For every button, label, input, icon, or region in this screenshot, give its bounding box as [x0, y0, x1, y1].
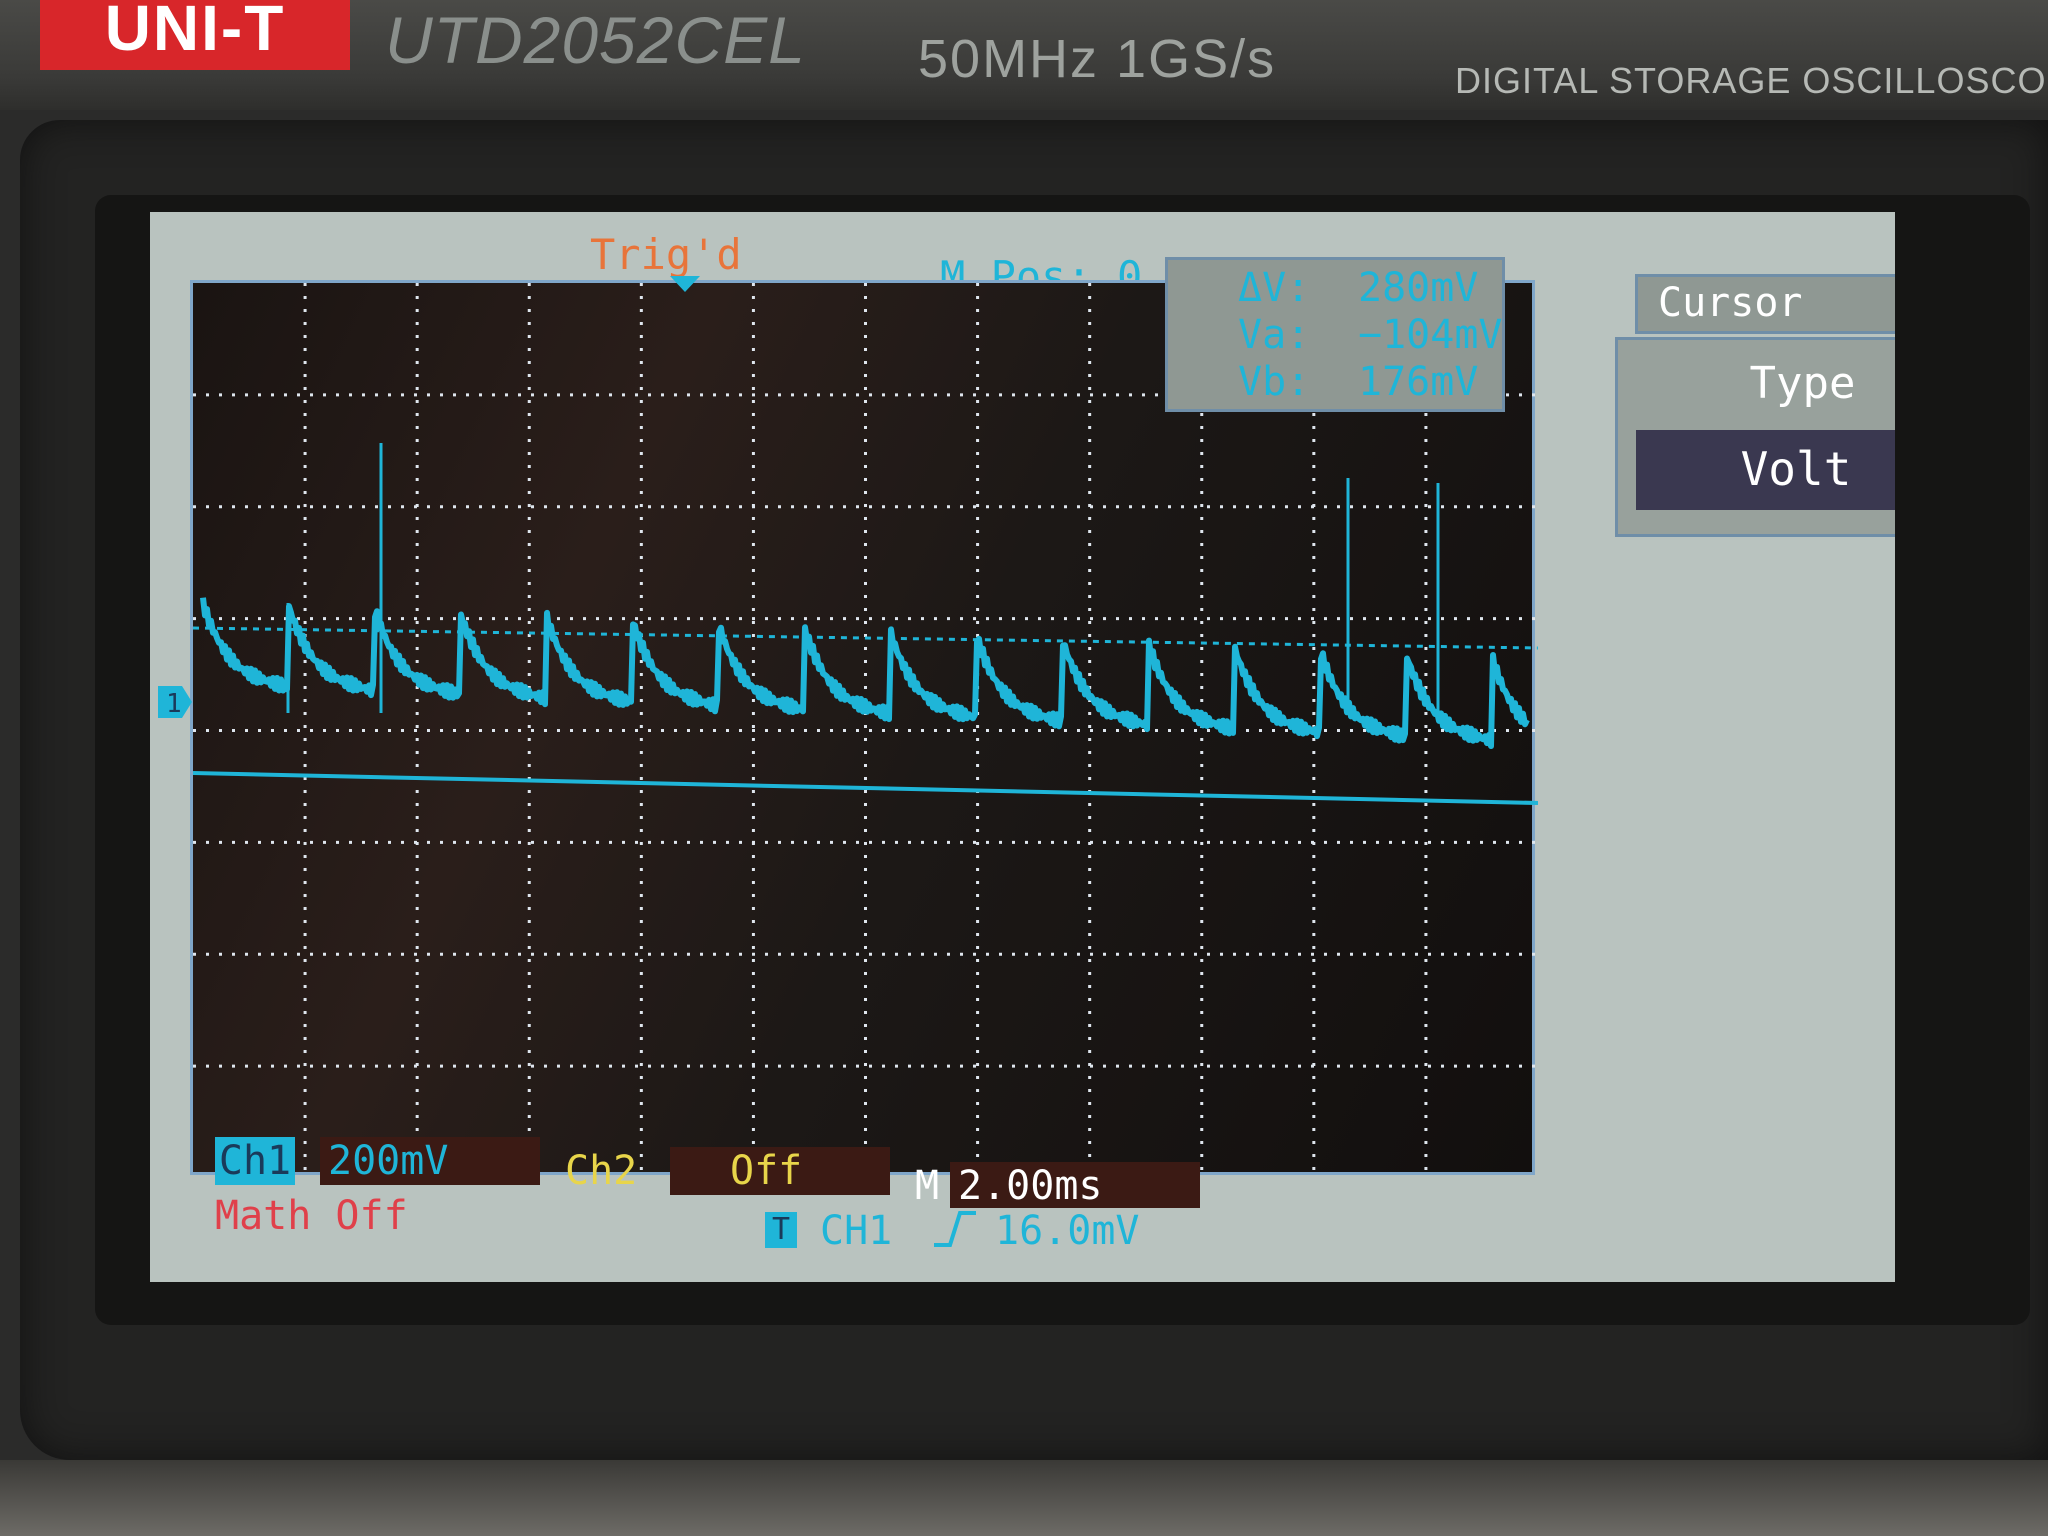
ch1-label: Ch1 [215, 1137, 295, 1185]
trigger-status: Trig'd [590, 230, 742, 279]
trigger-level: 16.0mV [995, 1208, 1140, 1254]
oscilloscope-top-panel: UNI-T UTD2052CEL 50MHz 1GS/s DIGITAL STO… [0, 0, 2048, 110]
channel-1-marker-label: 1 [166, 689, 182, 719]
ch2-label: Ch2 [565, 1148, 638, 1194]
model-name: UTD2052CEL [385, 3, 806, 77]
waveform-display [190, 280, 1538, 1178]
desk-surface [0, 1460, 2048, 1536]
rising-edge-icon [930, 1207, 980, 1262]
device-description: DIGITAL STORAGE OSCILLOSCO [1455, 60, 2047, 101]
timebase-label: M [915, 1163, 940, 1209]
trigger-source: CH1 [820, 1208, 893, 1254]
timebase-value: 2.00ms [950, 1162, 1200, 1209]
spec-label: 50MHz 1GS/s [918, 29, 1277, 89]
lcd-screen: Trig'd M Pos: 0.00µs 1 ΔV: 280mV Va: −10… [150, 212, 1895, 1282]
vb-row: Vb: 176mV [1238, 359, 1498, 405]
cursor-b-line [193, 626, 1538, 650]
va-label: Va: [1238, 312, 1311, 358]
delta-v-row: ΔV: 280mV [1238, 265, 1498, 311]
channel-1-marker: 1 [158, 686, 192, 719]
va-row: Va: −104mV [1238, 312, 1503, 358]
delta-v-label: ΔV: [1238, 265, 1311, 311]
trigger-tag: T [765, 1212, 797, 1248]
cursor-readout-panel: ΔV: 280mV Va: −104mV Vb: 176mV [1165, 257, 1505, 412]
menu-item-value[interactable]: Volt [1636, 430, 1895, 510]
vb-value: 176mV [1358, 359, 1479, 405]
menu-title: Cursor [1635, 274, 1895, 334]
menu-item-label: Type [1749, 358, 1856, 409]
brand-logo: UNI-T [40, 0, 350, 70]
va-value: −104mV [1358, 312, 1503, 358]
graticule-grid [193, 283, 1538, 1178]
vb-label: Vb: [1238, 359, 1311, 405]
ch2-state: Off [670, 1147, 890, 1195]
trigger-position-marker [670, 276, 700, 292]
menu-item-type[interactable]: Type Volt [1615, 337, 1895, 537]
delta-v-value: 280mV [1358, 265, 1479, 311]
math-state: Math Off [215, 1193, 408, 1239]
ch1-scale: 200mV [320, 1137, 540, 1185]
